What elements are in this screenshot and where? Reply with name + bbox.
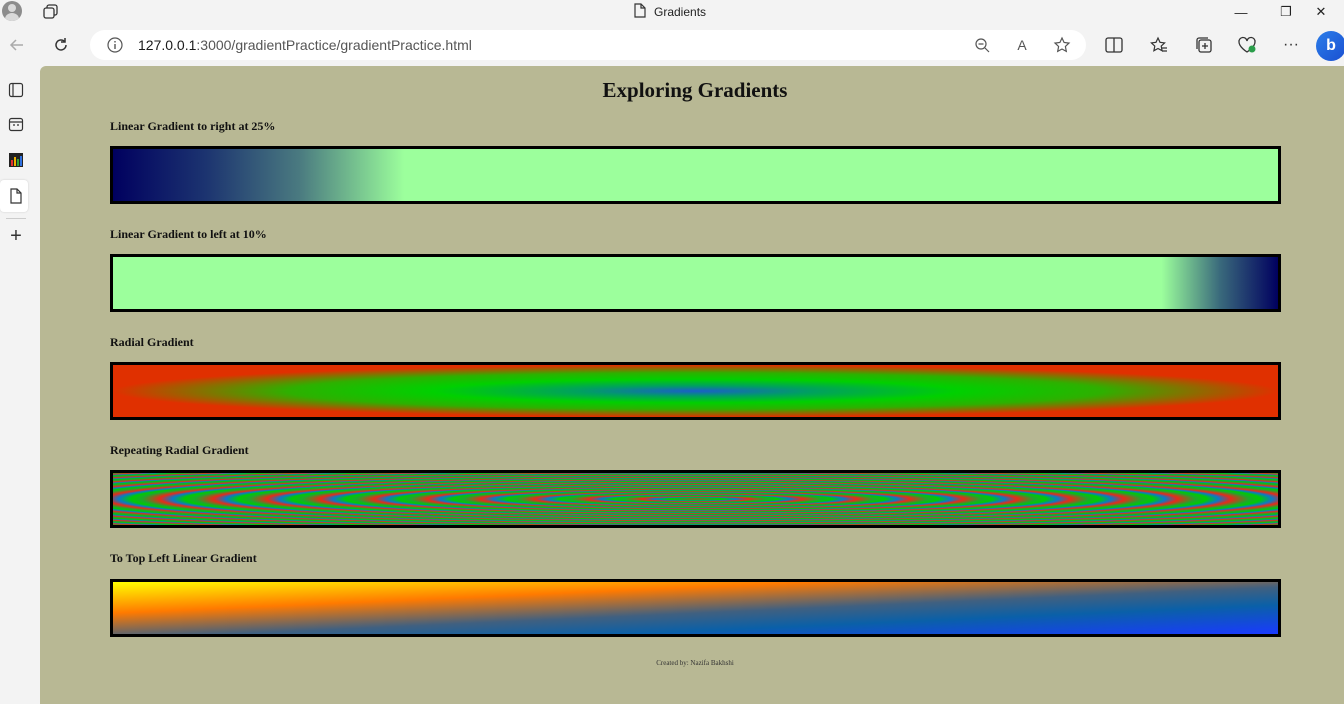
window-title-text: Gradients — [654, 5, 707, 19]
section-label-repeating-radial: Repeating Radial Gradient — [110, 443, 249, 457]
page-content: Exploring Gradients Linear Gradient to r… — [40, 66, 1344, 704]
section-label-linear-right: Linear Gradient to right at 25% — [110, 119, 276, 133]
split-screen-icon[interactable] — [1102, 33, 1126, 57]
section-label-linear-left: Linear Gradient to left at 10% — [110, 227, 267, 241]
window-title: Gradients — [634, 3, 706, 21]
page-icon[interactable] — [4, 184, 28, 208]
linear-gradient-right-box — [110, 146, 1281, 204]
close-button[interactable]: ✕ — [1298, 0, 1344, 24]
page-title: Exploring Gradients — [602, 78, 788, 102]
section-label-top-left: To Top Left Linear Gradient — [110, 551, 257, 565]
favorite-icon[interactable] — [1052, 35, 1072, 55]
copilot-icon[interactable]: b — [1316, 31, 1344, 61]
profile-avatar[interactable] — [2, 1, 22, 21]
vertical-tabs-icon[interactable] — [4, 78, 28, 102]
title-bar: Gradients — ❐ ✕ — [0, 0, 1344, 24]
collections-icon[interactable] — [1192, 33, 1216, 57]
repeating-radial-gradient-box — [110, 470, 1281, 528]
browser-essentials-icon[interactable] — [1235, 33, 1259, 57]
linear-gradient-left-box — [110, 254, 1281, 312]
zoom-out-icon[interactable] — [972, 35, 992, 55]
page-document-icon — [634, 3, 646, 21]
section-label-radial: Radial Gradient — [110, 335, 194, 349]
url-path: :3000/gradientPractice/gradientPractice.… — [196, 37, 472, 53]
add-icon[interactable]: + — [4, 224, 28, 248]
footer-credit: Created by: Nazifa Bakhshi — [656, 659, 734, 667]
read-aloud-icon[interactable]: A — [1012, 35, 1032, 55]
sidebar-divider — [6, 218, 26, 219]
navigation-bar: 127.0.0.1:3000/gradientPractice/gradient… — [0, 24, 1344, 66]
address-bar[interactable]: 127.0.0.1:3000/gradientPractice/gradient… — [90, 30, 1086, 60]
calendar-icon[interactable] — [4, 112, 28, 136]
tab-actions-icon[interactable] — [42, 3, 60, 21]
top-left-linear-gradient-box — [110, 579, 1281, 637]
favorites-icon[interactable] — [1147, 33, 1171, 57]
more-icon[interactable]: ··· — [1279, 33, 1303, 57]
url-text[interactable]: 127.0.0.1:3000/gradientPractice/gradient… — [138, 37, 472, 53]
back-icon[interactable] — [2, 30, 32, 60]
refresh-icon[interactable] — [46, 30, 76, 60]
minimize-button[interactable]: — — [1218, 0, 1264, 24]
url-host: 127.0.0.1 — [138, 37, 197, 53]
chart-icon[interactable] — [4, 148, 28, 172]
info-icon[interactable] — [106, 36, 124, 54]
radial-gradient-box — [110, 362, 1281, 420]
left-sidebar: + — [0, 66, 40, 704]
